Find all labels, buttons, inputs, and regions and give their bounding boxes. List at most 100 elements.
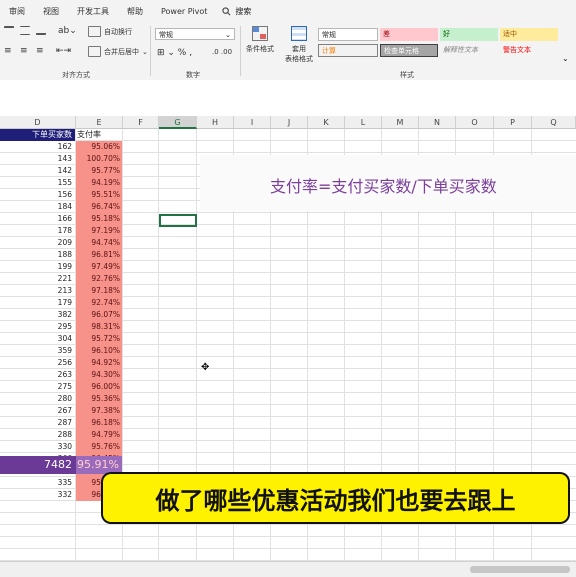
cell-order-buyers[interactable]: 156 bbox=[0, 189, 75, 201]
conditional-format-button[interactable]: 条件格式 bbox=[245, 26, 275, 54]
cell-pay-rate[interactable]: 92.74% bbox=[76, 297, 122, 309]
cell-pay-rate[interactable]: 98.31% bbox=[76, 321, 122, 333]
cell-pay-rate[interactable]: 94.30% bbox=[76, 369, 122, 381]
align-right-button[interactable]: ≡ bbox=[36, 46, 44, 56]
column-header-k[interactable]: K bbox=[308, 116, 345, 129]
style-warn[interactable]: 警告文本 bbox=[500, 44, 558, 57]
cell-pay-rate[interactable]: 100.70% bbox=[76, 153, 122, 165]
cell-order-buyers[interactable]: 178 bbox=[0, 225, 75, 237]
menu-item-developer[interactable]: 开发工具 bbox=[68, 6, 118, 17]
style-good[interactable]: 好 bbox=[440, 28, 498, 41]
cell-order-buyers[interactable]: 267 bbox=[0, 405, 75, 417]
cell-pay-rate[interactable]: 97.19% bbox=[76, 225, 122, 237]
orientation-button[interactable]: ab⌄ bbox=[58, 26, 77, 36]
cell-pay-rate[interactable]: 95.18% bbox=[76, 213, 122, 225]
cell-order-buyers[interactable]: 332 bbox=[0, 489, 75, 501]
align-bottom-button[interactable] bbox=[36, 26, 46, 35]
column-header-o[interactable]: O bbox=[456, 116, 494, 129]
column-header-h[interactable]: H bbox=[197, 116, 234, 129]
style-calc[interactable]: 计算 bbox=[318, 44, 378, 57]
column-header-l[interactable]: L bbox=[345, 116, 382, 129]
column-header-m[interactable]: M bbox=[382, 116, 419, 129]
cell-order-buyers[interactable]: 155 bbox=[0, 177, 75, 189]
column-header-g[interactable]: G bbox=[159, 116, 197, 129]
cell-pay-rate[interactable]: 96.10% bbox=[76, 345, 122, 357]
cell-order-buyers[interactable]: 162 bbox=[0, 141, 75, 153]
cell-pay-rate[interactable]: 94.79% bbox=[76, 429, 122, 441]
cell-order-buyers[interactable]: 199 bbox=[0, 261, 75, 273]
table-format-button[interactable]: 套用 表格格式 bbox=[282, 26, 316, 64]
currency-button[interactable]: ⊞ ⌄ % , bbox=[157, 48, 192, 58]
cell-order-buyers[interactable]: 213 bbox=[0, 285, 75, 297]
align-left-button[interactable]: ≡ bbox=[4, 46, 12, 56]
column-header-p[interactable]: P bbox=[494, 116, 532, 129]
header-order-buyers[interactable]: 下单买家数 bbox=[0, 129, 75, 141]
number-format-select[interactable]: 常规 ⌄ bbox=[155, 28, 235, 40]
cell-order-buyers[interactable]: 280 bbox=[0, 393, 75, 405]
style-neutral[interactable]: 适中 bbox=[500, 28, 558, 41]
cell-pay-rate[interactable]: 95.06% bbox=[76, 141, 122, 153]
column-header-j[interactable]: J bbox=[271, 116, 308, 129]
cell-order-buyers[interactable]: 209 bbox=[0, 237, 75, 249]
cell-pay-rate[interactable]: 96.07% bbox=[76, 309, 122, 321]
cell-pay-rate[interactable]: 94.19% bbox=[76, 177, 122, 189]
cell-pay-rate[interactable]: 96.81% bbox=[76, 249, 122, 261]
cell-order-buyers[interactable]: 382 bbox=[0, 309, 75, 321]
cell-order-buyers[interactable]: 304 bbox=[0, 333, 75, 345]
align-middle-button[interactable] bbox=[20, 26, 30, 35]
cell-pay-rate[interactable]: 97.38% bbox=[76, 405, 122, 417]
cell-pay-rate[interactable]: 94.74% bbox=[76, 237, 122, 249]
column-header-q[interactable]: Q bbox=[532, 116, 576, 129]
menu-item-review[interactable]: 审阅 bbox=[0, 6, 34, 17]
align-center-button[interactable]: ≡ bbox=[20, 46, 28, 56]
column-header-n[interactable]: N bbox=[419, 116, 456, 129]
column-header-i[interactable]: I bbox=[234, 116, 271, 129]
total-order-buyers[interactable]: 7482 bbox=[0, 456, 76, 474]
style-explain[interactable]: 解释性文本 bbox=[440, 44, 498, 57]
cell-order-buyers[interactable]: 221 bbox=[0, 273, 75, 285]
cell-pay-rate[interactable]: 94.92% bbox=[76, 357, 122, 369]
indent-button[interactable]: ⇤⇥ bbox=[56, 46, 71, 56]
style-bad[interactable]: 差 bbox=[380, 28, 438, 41]
style-check[interactable]: 检查单元格 bbox=[380, 44, 438, 57]
column-header-d[interactable]: D bbox=[0, 116, 76, 129]
cell-order-buyers[interactable]: 295 bbox=[0, 321, 75, 333]
cell-pay-rate[interactable]: 95.77% bbox=[76, 165, 122, 177]
column-header-e[interactable]: E bbox=[76, 116, 123, 129]
cell-order-buyers[interactable]: 287 bbox=[0, 417, 75, 429]
menu-item-view[interactable]: 视图 bbox=[34, 6, 68, 17]
style-normal[interactable]: 常规 bbox=[318, 28, 378, 41]
cell-pay-rate[interactable]: 97.18% bbox=[76, 285, 122, 297]
cell-order-buyers[interactable]: 166 bbox=[0, 213, 75, 225]
total-pay-rate[interactable]: 95.91% bbox=[76, 456, 122, 474]
selected-cell[interactable] bbox=[159, 214, 197, 227]
menu-item-help[interactable]: 帮助 bbox=[118, 6, 152, 17]
cell-order-buyers[interactable]: 275 bbox=[0, 381, 75, 393]
cell-order-buyers[interactable]: 335 bbox=[0, 477, 75, 489]
cell-pay-rate[interactable]: 97.49% bbox=[76, 261, 122, 273]
horizontal-scrollbar[interactable] bbox=[0, 561, 576, 577]
cell-order-buyers[interactable]: 184 bbox=[0, 201, 75, 213]
scrollbar-thumb[interactable] bbox=[470, 566, 570, 573]
cell-pay-rate[interactable]: 95.36% bbox=[76, 393, 122, 405]
header-pay-rate[interactable]: 支付率 bbox=[76, 129, 122, 141]
align-top-button[interactable] bbox=[4, 26, 14, 35]
cell-order-buyers[interactable]: 256 bbox=[0, 357, 75, 369]
cell-pay-rate[interactable]: 96.74% bbox=[76, 201, 122, 213]
cell-order-buyers[interactable]: 330 bbox=[0, 441, 75, 453]
cell-order-buyers[interactable]: 143 bbox=[0, 153, 75, 165]
cell-pay-rate[interactable]: 92.76% bbox=[76, 273, 122, 285]
cell-pay-rate[interactable]: 96.00% bbox=[76, 381, 122, 393]
cell-pay-rate[interactable]: 95.76% bbox=[76, 441, 122, 453]
cell-order-buyers[interactable]: 188 bbox=[0, 249, 75, 261]
cell-pay-rate[interactable]: 95.51% bbox=[76, 189, 122, 201]
column-header-f[interactable]: F bbox=[123, 116, 159, 129]
merge-center-button[interactable]: 合并后居中 ⌄ bbox=[88, 46, 148, 57]
cell-order-buyers[interactable]: 359 bbox=[0, 345, 75, 357]
menu-item-power-pivot[interactable]: Power Pivot bbox=[152, 7, 216, 16]
cell-order-buyers[interactable]: 142 bbox=[0, 165, 75, 177]
cell-order-buyers[interactable]: 288 bbox=[0, 429, 75, 441]
cell-order-buyers[interactable]: 179 bbox=[0, 297, 75, 309]
wrap-text-button[interactable]: 自动换行 bbox=[88, 26, 132, 37]
cell-order-buyers[interactable]: 263 bbox=[0, 369, 75, 381]
